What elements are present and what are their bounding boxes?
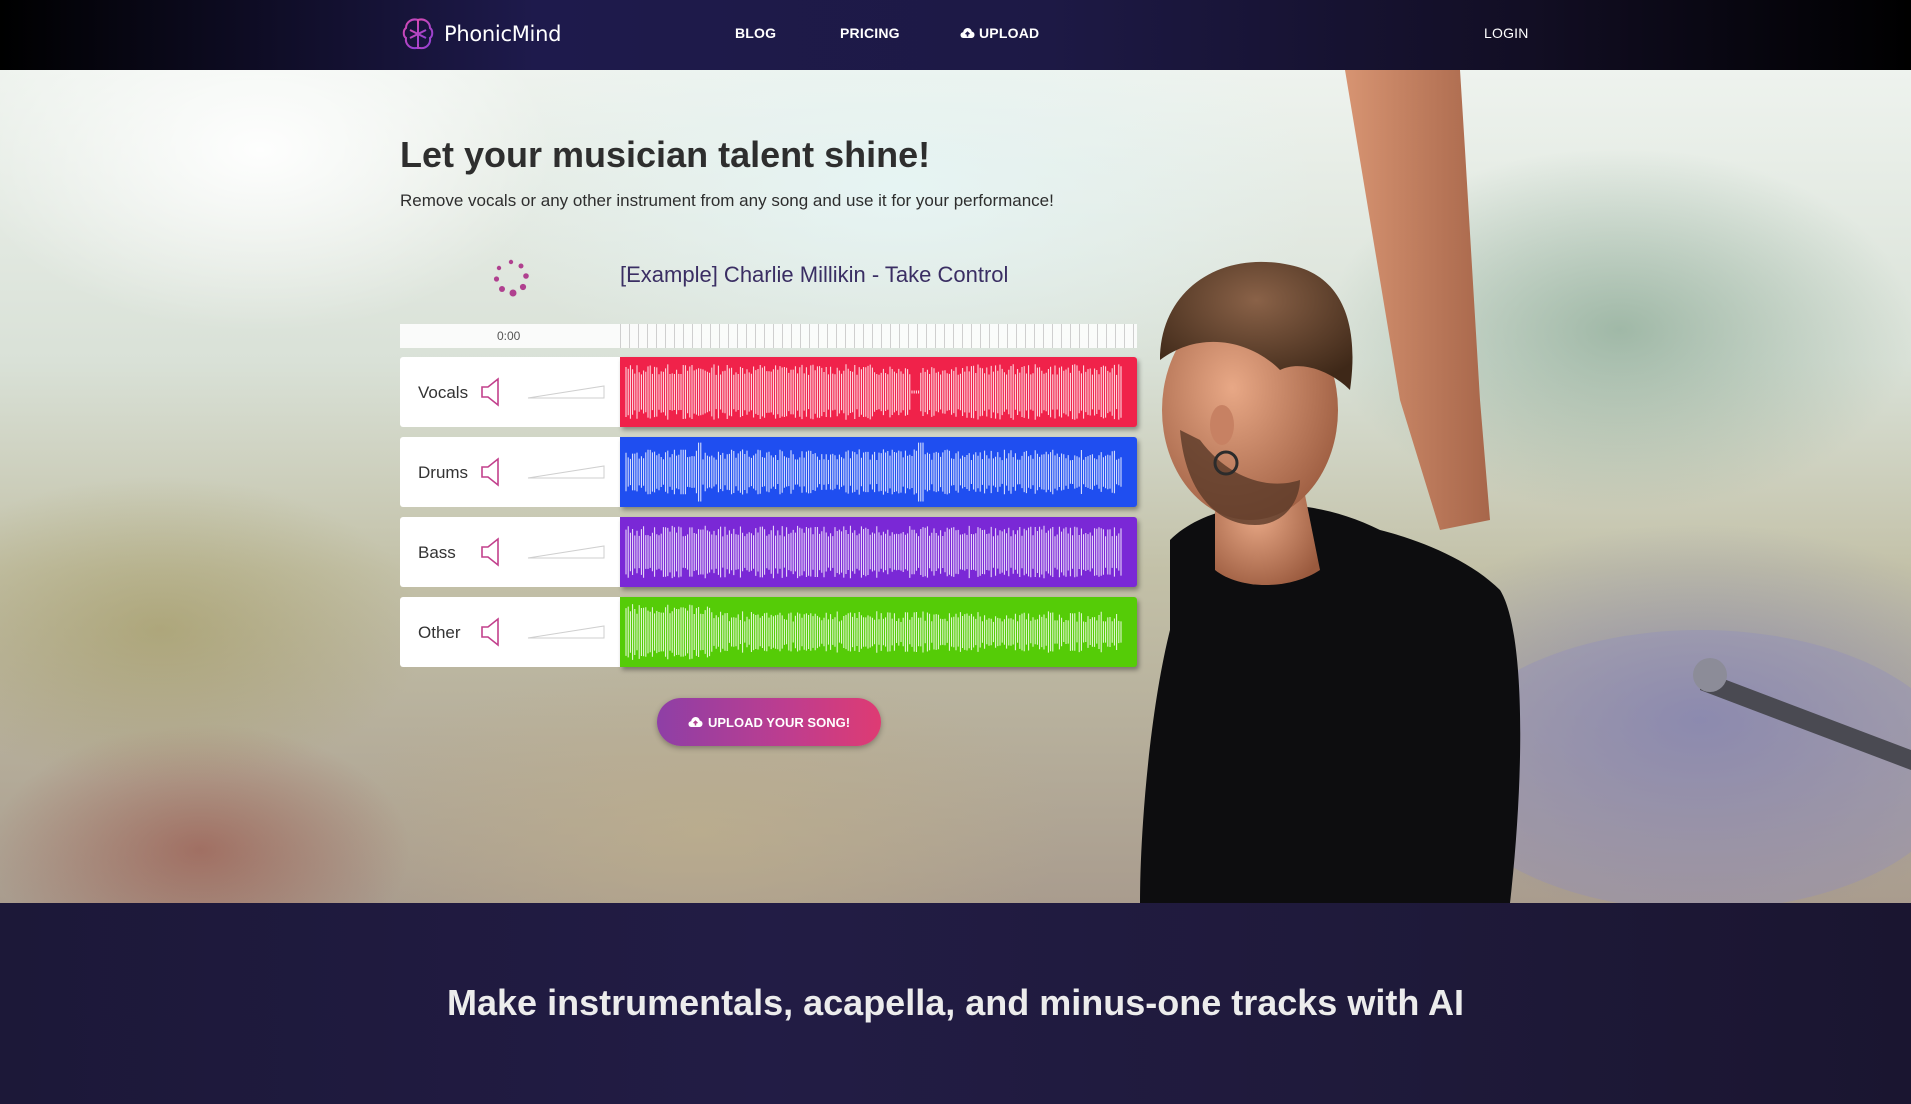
brand-logo[interactable]: PhonicMind <box>400 16 561 52</box>
speaker-icon[interactable] <box>480 376 504 408</box>
stem-waveform[interactable] <box>620 437 1137 507</box>
stem-name: Drums <box>418 463 469 482</box>
brand-name: PhonicMind <box>444 22 562 46</box>
features-section: Make instrumentals, acapella, and minus-… <box>0 903 1911 1104</box>
stem-controls: Vocals <box>400 357 620 427</box>
hero-subtitle: Remove vocals or any other instrument fr… <box>400 191 1054 210</box>
login-link[interactable]: LOGIN <box>1484 25 1529 41</box>
volume-slider[interactable] <box>527 544 605 560</box>
stem-name: Other <box>418 623 461 642</box>
stem-waveform[interactable] <box>620 517 1137 587</box>
waveform-graphic <box>625 364 1122 420</box>
cloud-upload-icon <box>688 717 703 727</box>
top-navbar: PhonicMind BLOG PRICING UPLOAD LOGIN <box>0 0 1911 70</box>
stem-row-bass: Bass <box>400 517 1137 587</box>
timeline-ticks <box>620 324 1137 348</box>
waveform-graphic <box>625 442 1122 502</box>
nav-link-upload-label: UPLOAD <box>979 25 1040 41</box>
features-title: Make instrumentals, acapella, and minus-… <box>447 982 1464 1023</box>
upload-song-label: UPLOAD YOUR SONG! <box>707 714 851 730</box>
speaker-icon[interactable] <box>480 456 504 488</box>
hero-section: Let your musician talent shine! Remove v… <box>0 70 1911 903</box>
speaker-icon[interactable] <box>480 616 504 648</box>
track-title: [Example] Charlie Millikin - Take Contro… <box>620 262 1009 287</box>
volume-slider[interactable] <box>527 624 605 640</box>
upload-song-button[interactable]: UPLOAD YOUR SONG! <box>657 698 881 746</box>
cloud-upload-icon <box>960 28 975 38</box>
volume-slider[interactable] <box>527 384 605 400</box>
volume-slider[interactable] <box>527 464 605 480</box>
hero-title: Let your musician talent shine! <box>400 134 931 175</box>
loading-spinner-icon <box>493 259 529 297</box>
waveform-graphic <box>625 604 1122 660</box>
nav-link-pricing[interactable]: PRICING <box>840 25 900 41</box>
nav-link-blog[interactable]: BLOG <box>735 25 776 41</box>
stem-row-other: Other <box>400 597 1137 667</box>
stem-row-drums: Drums <box>400 437 1137 507</box>
stem-controls: Other <box>400 597 620 667</box>
nav-link-pricing-label: PRICING <box>840 25 900 41</box>
stem-name: Vocals <box>418 383 469 402</box>
stem-waveform[interactable] <box>620 357 1137 427</box>
stem-name: Bass <box>418 543 456 562</box>
timeline-ruler[interactable]: 0:00 <box>400 324 1137 348</box>
stem-controls: Drums <box>400 437 620 507</box>
nav-link-upload[interactable]: UPLOAD <box>960 25 1039 41</box>
speaker-icon[interactable] <box>480 536 504 568</box>
stem-controls: Bass <box>400 517 620 587</box>
stem-waveform[interactable] <box>620 597 1137 667</box>
waveform-graphic <box>625 525 1122 579</box>
stem-row-vocals: Vocals <box>400 357 1137 427</box>
brain-logo-icon <box>402 18 434 50</box>
current-time: 0:00 <box>497 329 521 343</box>
nav-link-blog-label: BLOG <box>735 25 777 41</box>
